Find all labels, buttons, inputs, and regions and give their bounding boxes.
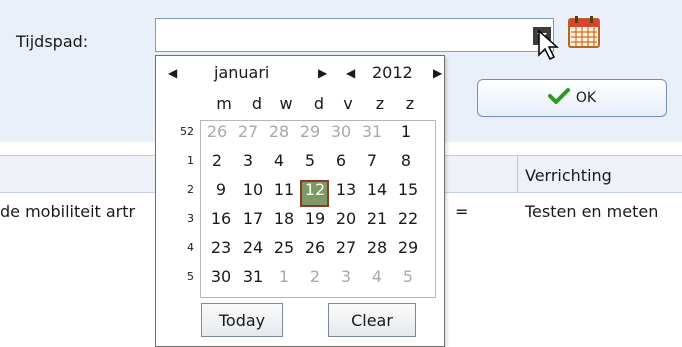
date-picker-popup: ◀ januari ▶ ◀ 2012 ▶ m d w d v z z 52 1 … <box>155 55 445 347</box>
year-label[interactable]: 2012 <box>372 63 413 82</box>
day-cell[interactable]: 29 <box>297 122 323 141</box>
ok-button[interactable]: OK <box>477 79 667 117</box>
day-cell[interactable]: 5 <box>395 267 421 286</box>
day-cell[interactable]: 19 <box>302 209 328 228</box>
week-number: 2 <box>187 183 194 196</box>
day-cell[interactable]: 24 <box>240 238 266 257</box>
table-cell: de mobiliteit artr <box>0 202 136 221</box>
table-cell: Testen en meten <box>525 202 659 221</box>
day-cell[interactable]: 8 <box>393 151 419 170</box>
day-cell[interactable]: 30 <box>208 267 234 286</box>
column-header-verrichting[interactable]: Verrichting <box>525 166 612 185</box>
day-cell[interactable]: 1 <box>393 122 419 141</box>
day-cell[interactable]: 28 <box>266 122 292 141</box>
weekday-header: w <box>279 94 293 113</box>
day-cell[interactable]: 29 <box>395 238 421 257</box>
day-cell[interactable]: 26 <box>302 238 328 257</box>
tijdspad-combobox[interactable] <box>155 18 554 52</box>
day-cell[interactable]: 2 <box>204 151 230 170</box>
week-number: 4 <box>187 241 194 254</box>
day-cell[interactable]: 31 <box>359 122 385 141</box>
day-cell[interactable]: 3 <box>333 267 359 286</box>
day-cell[interactable]: 10 <box>240 180 266 199</box>
day-cell[interactable]: 31 <box>240 267 266 286</box>
day-cell[interactable]: 2 <box>302 267 328 286</box>
day-cell[interactable]: 22 <box>395 209 421 228</box>
day-cell[interactable]: 25 <box>271 238 297 257</box>
day-cell[interactable]: 20 <box>333 209 359 228</box>
day-cell[interactable]: 26 <box>204 122 230 141</box>
day-cell[interactable]: 4 <box>364 267 390 286</box>
day-cell[interactable]: 6 <box>328 151 354 170</box>
day-cell[interactable]: 9 <box>208 180 234 199</box>
day-cell[interactable]: 14 <box>364 180 390 199</box>
week-number: 1 <box>187 154 194 167</box>
weekday-header: z <box>405 94 415 113</box>
next-month-icon[interactable]: ▶ <box>318 66 327 80</box>
day-cell[interactable]: 27 <box>235 122 261 141</box>
week-number: 52 <box>180 125 194 138</box>
ok-button-label: OK <box>575 90 597 106</box>
day-cell[interactable]: 23 <box>208 238 234 257</box>
weekday-header: v <box>343 94 353 113</box>
day-cell[interactable]: 21 <box>364 209 390 228</box>
day-cell[interactable]: 18 <box>271 209 297 228</box>
month-label[interactable]: januari <box>214 63 269 82</box>
weekday-header: d <box>251 94 263 113</box>
day-cell[interactable]: 16 <box>208 209 234 228</box>
day-cell[interactable]: 3 <box>235 151 261 170</box>
clear-button[interactable]: Clear <box>328 303 416 337</box>
column-separator[interactable] <box>517 155 518 193</box>
today-button[interactable]: Today <box>201 303 283 337</box>
table-cell: = <box>455 202 469 221</box>
day-cell[interactable]: 11 <box>271 180 297 199</box>
day-cell[interactable]: 30 <box>328 122 354 141</box>
checkmark-icon <box>547 88 570 108</box>
day-cell[interactable]: 13 <box>333 180 359 199</box>
day-cell[interactable]: 5 <box>297 151 323 170</box>
day-cell[interactable]: 7 <box>359 151 385 170</box>
next-year-icon[interactable]: ▶ <box>433 66 442 80</box>
week-number: 5 <box>187 270 194 283</box>
week-number: 3 <box>187 212 194 225</box>
prev-year-icon[interactable]: ◀ <box>346 66 355 80</box>
weekday-header: d <box>313 94 325 113</box>
mouse-pointer-icon <box>533 25 561 65</box>
day-cell[interactable]: 17 <box>240 209 266 228</box>
day-cell[interactable]: 4 <box>266 151 292 170</box>
tijdspad-label: Tijdspad: <box>16 32 89 51</box>
day-cell[interactable]: 1 <box>271 267 297 286</box>
weekday-header: m <box>216 94 232 113</box>
day-cell[interactable]: 28 <box>364 238 390 257</box>
prev-month-icon[interactable]: ◀ <box>168 66 177 80</box>
weekday-header: z <box>375 94 385 113</box>
day-cell[interactable]: 15 <box>395 180 421 199</box>
calendar-icon[interactable] <box>566 14 602 50</box>
day-cell[interactable]: 27 <box>333 238 359 257</box>
day-cell-selected[interactable]: 12 <box>302 180 328 199</box>
